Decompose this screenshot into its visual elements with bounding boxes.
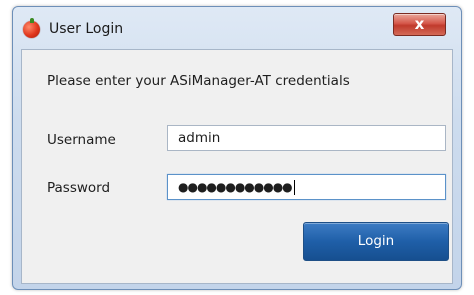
login-dialog: User Login x Please enter your ASiManage… — [12, 6, 462, 290]
username-field[interactable]: admin — [167, 125, 446, 151]
username-label: Username — [47, 132, 116, 148]
text-caret — [293, 179, 295, 195]
app-apple-icon — [23, 18, 40, 38]
login-button[interactable]: Login — [303, 222, 449, 261]
password-field[interactable]: ●●●●●●●●●●●● — [167, 174, 446, 200]
dialog-body: Please enter your ASiManager-AT credenti… — [21, 49, 453, 284]
instruction-text: Please enter your ASiManager-AT credenti… — [47, 73, 350, 89]
password-mask: ●●●●●●●●●●●● — [178, 180, 293, 194]
close-button[interactable]: x — [393, 13, 446, 36]
password-label: Password — [47, 180, 111, 196]
username-value: admin — [178, 130, 221, 146]
title-bar: User Login x — [13, 7, 461, 49]
window-title: User Login — [49, 21, 124, 37]
